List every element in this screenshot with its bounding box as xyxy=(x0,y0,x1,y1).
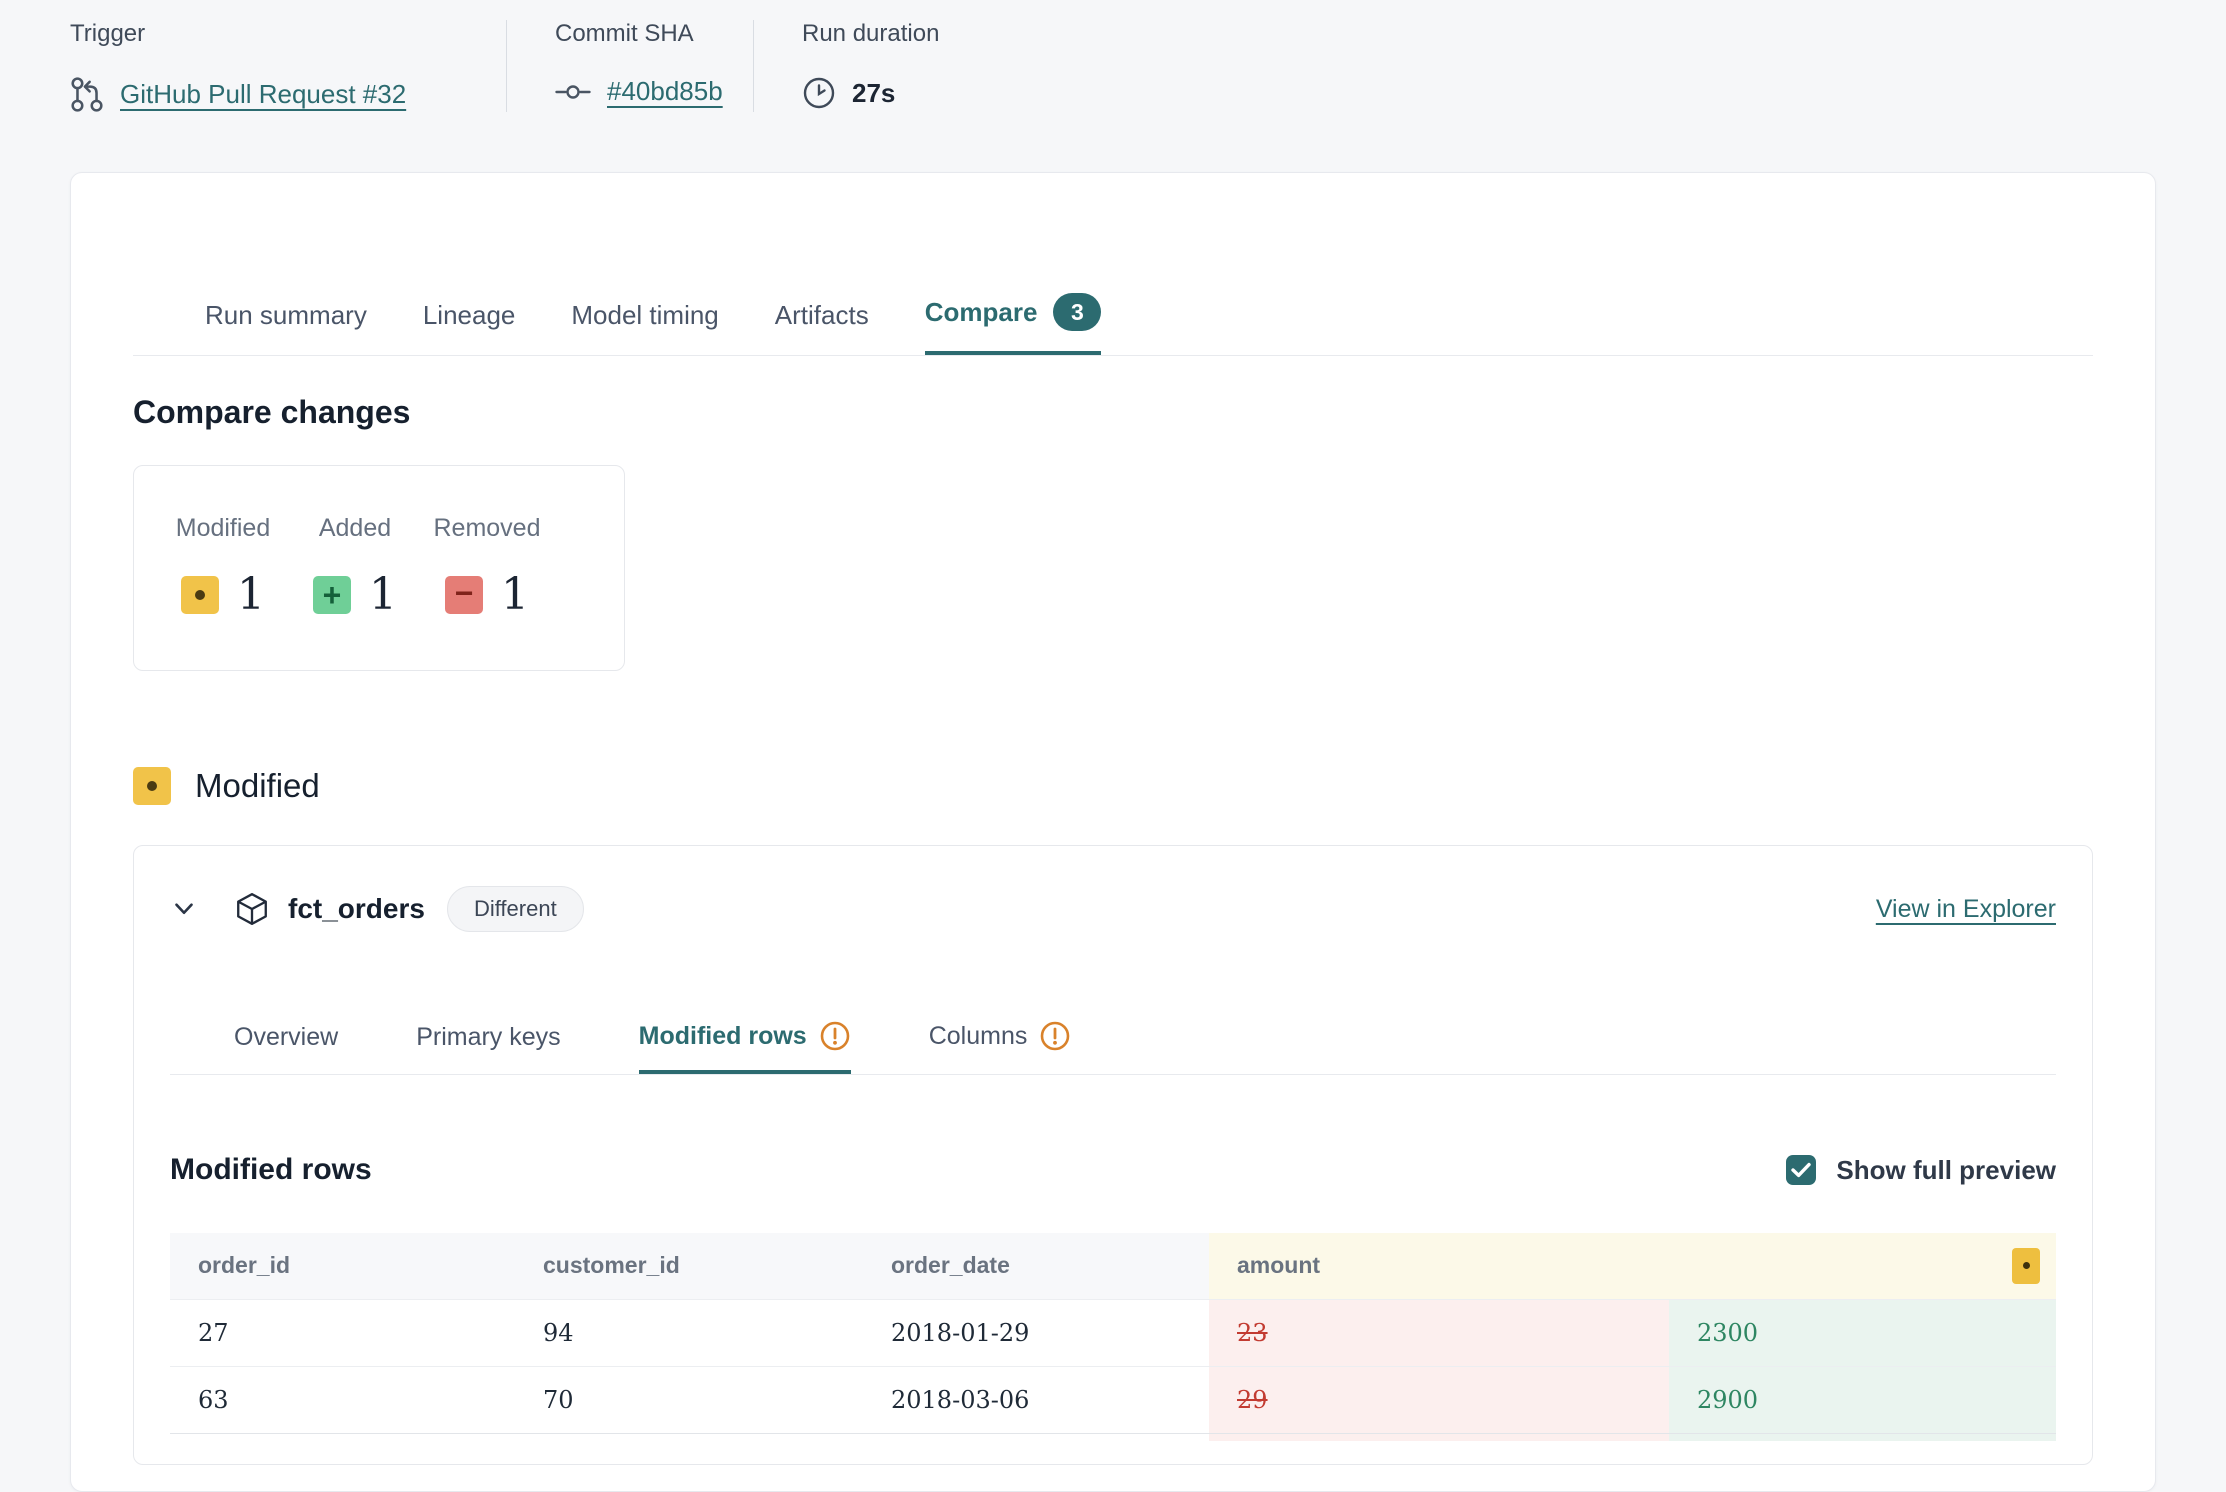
cell-order-id: 27 xyxy=(170,1299,515,1366)
duration-info: Run duration 27s xyxy=(754,20,939,112)
pull-request-icon xyxy=(70,76,104,112)
summary-modified-label: Modified xyxy=(176,514,271,543)
run-detail-card: Run summary Lineage Model timing Artifac… xyxy=(70,172,2156,1492)
model-cube-icon xyxy=(234,891,270,927)
commit-link[interactable]: #40bd85b xyxy=(607,76,723,107)
tab-modified-rows[interactable]: Modified rows xyxy=(639,1020,851,1074)
cell-order-date: 2018-03-06 xyxy=(863,1366,1209,1433)
col-amount: amount xyxy=(1209,1233,2056,1299)
table-row-partial xyxy=(170,1433,2056,1441)
tab-run-summary[interactable]: Run summary xyxy=(205,300,367,355)
duration-label: Run duration xyxy=(802,20,939,48)
modified-section-header: Modified xyxy=(133,767,2093,805)
cell-customer-id: 70 xyxy=(515,1366,863,1433)
show-full-preview-label: Show full preview xyxy=(1836,1155,2056,1186)
modified-rows-tbody: 27942018-01-2923230063702018-03-06292900 xyxy=(170,1299,2056,1441)
summary-modified: Modified 1 xyxy=(164,514,282,620)
added-icon: + xyxy=(313,576,351,614)
removed-count: 1 xyxy=(501,569,529,620)
summary-added-label: Added xyxy=(319,514,391,543)
cell-customer-id: 94 xyxy=(515,1299,863,1366)
tab-compare[interactable]: Compare 3 xyxy=(925,293,1102,355)
cell-order-date: 2018-01-29 xyxy=(863,1299,1209,1366)
compare-count-badge: 3 xyxy=(1053,293,1101,331)
modified-section-title: Modified xyxy=(195,767,320,805)
cell-amount-new: 2300 xyxy=(1669,1299,2056,1366)
tab-artifacts[interactable]: Artifacts xyxy=(775,300,869,355)
duration-value: 27s xyxy=(852,78,895,109)
table-row: 63702018-03-06292900 xyxy=(170,1366,2056,1433)
table-row: 27942018-01-29232300 xyxy=(170,1299,2056,1366)
page-title: Compare changes xyxy=(133,394,2093,431)
clock-icon xyxy=(802,76,836,110)
warning-icon xyxy=(1039,1020,1071,1052)
run-tabs: Run summary Lineage Model timing Artifac… xyxy=(133,173,2093,356)
chevron-down-icon[interactable] xyxy=(170,895,198,923)
show-full-preview-checkbox[interactable] xyxy=(1786,1155,1816,1185)
modified-rows-table: order_id customer_id order_date amount 2… xyxy=(170,1233,2056,1441)
cell-amount-new: 2900 xyxy=(1669,1366,2056,1433)
commit-icon xyxy=(555,81,591,103)
col-customer-id: customer_id xyxy=(515,1233,863,1299)
modified-count: 1 xyxy=(237,569,265,620)
trigger-label: Trigger xyxy=(70,20,506,48)
trigger-link[interactable]: GitHub Pull Request #32 xyxy=(120,79,406,110)
summary-removed: Removed − 1 xyxy=(428,514,546,620)
model-tabs: Overview Primary keys Modified rows Colu… xyxy=(170,1020,2056,1075)
modified-icon xyxy=(181,576,219,614)
table-header-row: order_id customer_id order_date amount xyxy=(170,1233,2056,1299)
commit-label: Commit SHA xyxy=(555,20,753,48)
modified-rows-title: Modified rows xyxy=(170,1153,372,1187)
commit-info: Commit SHA #40bd85b xyxy=(507,20,753,112)
show-full-preview-toggle[interactable]: Show full preview xyxy=(1786,1155,2056,1186)
modified-icon xyxy=(133,767,171,805)
tab-primary-keys[interactable]: Primary keys xyxy=(416,1023,560,1074)
added-count: 1 xyxy=(369,569,397,620)
summary-removed-label: Removed xyxy=(434,514,541,543)
tab-columns[interactable]: Columns xyxy=(929,1020,1072,1074)
run-info-bar: Trigger GitHub Pull Request #32 Commit S… xyxy=(70,20,939,112)
model-name: fct_orders xyxy=(288,893,425,925)
status-badge: Different xyxy=(447,886,584,932)
tab-model-timing[interactable]: Model timing xyxy=(571,300,718,355)
compare-summary-card: Modified 1 Added + 1 Removed − 1 xyxy=(133,465,625,671)
trigger-info: Trigger GitHub Pull Request #32 xyxy=(70,20,506,112)
removed-icon: − xyxy=(445,576,483,614)
col-order-id: order_id xyxy=(170,1233,515,1299)
warning-icon xyxy=(819,1020,851,1052)
cell-order-id: 63 xyxy=(170,1366,515,1433)
tab-overview[interactable]: Overview xyxy=(234,1023,338,1074)
col-order-date: order_date xyxy=(863,1233,1209,1299)
view-in-explorer-link[interactable]: View in Explorer xyxy=(1876,895,2056,924)
summary-added: Added + 1 xyxy=(296,514,414,620)
modified-column-icon xyxy=(2012,1248,2040,1284)
cell-amount-old: 29 xyxy=(1209,1366,1669,1433)
cell-amount-old: 23 xyxy=(1209,1299,1669,1366)
model-diff-card: fct_orders Different View in Explorer Ov… xyxy=(133,845,2093,1465)
tab-lineage[interactable]: Lineage xyxy=(423,300,516,355)
model-header: fct_orders Different View in Explorer xyxy=(170,846,2056,932)
